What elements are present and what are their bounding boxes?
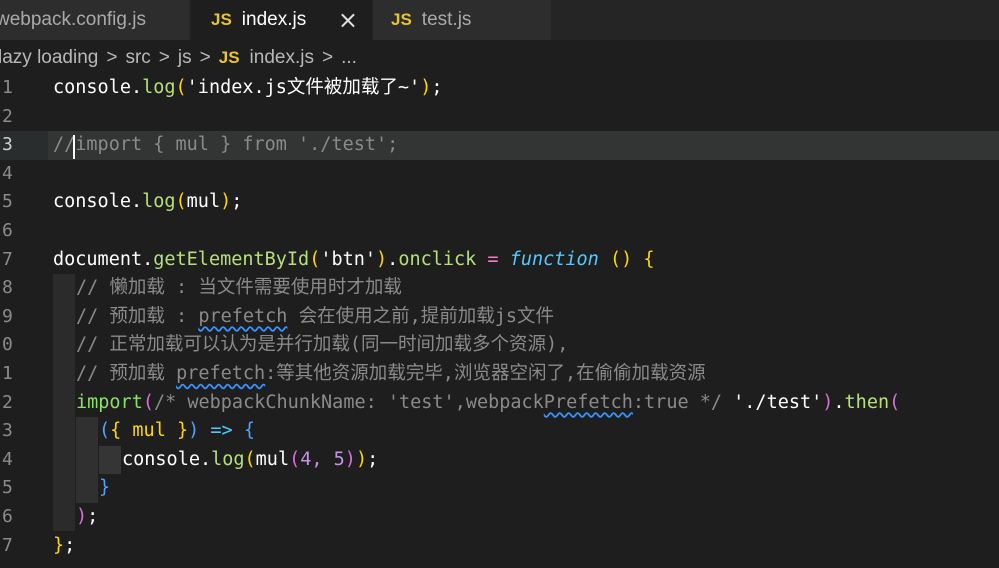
js-file-icon: JS xyxy=(218,48,240,67)
code-line: 6 xyxy=(0,217,999,246)
line-number: 4 xyxy=(2,448,13,470)
breadcrumb-file-index-js[interactable]: index.js xyxy=(250,47,314,69)
tab-label: index.js xyxy=(241,9,307,30)
code-line: 8 // 懒加载 : 当文件需要使用时才加载 xyxy=(0,274,999,303)
code-text: } xyxy=(99,477,111,499)
tab-webpack-config[interactable]: webpack.config.js xyxy=(0,0,190,40)
code-line: 2 import(/* webpackChunkName: 'test',web… xyxy=(0,389,999,418)
code-comment: // 懒加载 : 当文件需要使用时才加载 xyxy=(76,277,402,299)
line-number: 2 xyxy=(2,391,13,413)
line-number: 7 xyxy=(2,534,13,556)
breadcrumb-folder-lazy-loading[interactable]: lazy loading xyxy=(0,47,98,69)
spelling-squiggle: prefetch xyxy=(198,305,288,327)
code-line: 1 console.log('index.js文件被加载了~'); xyxy=(0,74,999,103)
breadcrumb-folder-src[interactable]: src xyxy=(125,47,150,69)
breadcrumb-symbols[interactable]: ... xyxy=(341,47,357,69)
line-number: 6 xyxy=(2,220,13,241)
line-number: 1 xyxy=(2,77,13,98)
code-line: 7 }; xyxy=(0,532,999,561)
code-line: 7 document.getElementById('btn').onclick… xyxy=(0,246,999,275)
code-text: console.log(mul(4, 5)); xyxy=(122,448,379,470)
line-number: 9 xyxy=(2,305,13,327)
js-file-icon: JS xyxy=(391,10,412,29)
line-number: 2 xyxy=(2,105,13,127)
text-cursor xyxy=(73,135,75,159)
code-text: console.log('index.js文件被加载了~'); xyxy=(53,77,443,98)
line-number: 5 xyxy=(2,477,13,499)
line-number: 4 xyxy=(2,162,13,184)
code-text: import(/* webpackChunkName: 'test',webpa… xyxy=(76,391,901,413)
line-number: 8 xyxy=(2,277,13,299)
tab-label: webpack.config.js xyxy=(0,9,146,30)
code-line-current: 3 //import { mul } from './test'; xyxy=(0,131,999,160)
line-number: 0 xyxy=(2,334,13,356)
code-text: console.log(mul); xyxy=(53,191,243,213)
breadcrumb: lazy loading > src > js > JS index.js > … xyxy=(0,40,999,76)
line-number: 6 xyxy=(2,506,13,527)
code-text: //import { mul } from './test'; xyxy=(53,134,399,156)
code-comment: // 预加载 prefetch:等其他资源加载完毕,浏览器空闲了,在偷偷加载资源 xyxy=(76,363,706,384)
line-number: 5 xyxy=(2,191,13,213)
chevron-right-icon: > xyxy=(158,47,170,68)
chevron-right-icon: > xyxy=(321,47,334,68)
spelling-squiggle: Prefetch xyxy=(543,391,633,413)
code-comment: // 正常加载可以认为是并行加载(同一时间加载多个资源), xyxy=(76,334,569,356)
line-number: 3 xyxy=(2,420,13,442)
code-line: 4 xyxy=(0,160,999,189)
code-line: 5 console.log(mul); xyxy=(0,188,999,217)
line-number: 7 xyxy=(2,248,13,270)
line-number: 3 xyxy=(2,134,13,156)
code-text: ({ mul }) => { xyxy=(99,420,255,442)
code-text: document.getElementById('btn').onclick =… xyxy=(53,248,655,270)
code-line: 9 // 预加载 : prefetch 会在使用之前,提前加载js文件 xyxy=(0,303,999,332)
code-line: 6 ); xyxy=(0,503,999,532)
tab-index-js[interactable]: JS index.js × xyxy=(191,0,372,40)
code-line: 1 // 预加载 prefetch:等其他资源加载完毕,浏览器空闲了,在偷偷加载… xyxy=(0,360,999,389)
code-text: ); xyxy=(76,506,99,527)
line-number: 1 xyxy=(2,363,13,384)
code-line: 5 } xyxy=(0,474,999,503)
code-line: 4 console.log(mul(4, 5)); xyxy=(0,446,999,475)
tab-label: test.js xyxy=(421,9,472,30)
code-editor[interactable]: 1 console.log('index.js文件被加载了~'); 2 3 //… xyxy=(0,74,999,568)
js-file-icon: JS xyxy=(211,10,232,29)
code-line: 3 ({ mul }) => { xyxy=(0,417,999,446)
tab-test-js[interactable]: JS test.js xyxy=(373,0,551,40)
chevron-right-icon: > xyxy=(199,47,211,68)
code-line: 0 // 正常加载可以认为是并行加载(同一时间加载多个资源), xyxy=(0,331,999,360)
code-text: }; xyxy=(53,534,76,556)
editor-tab-bar: webpack.config.js JS index.js × JS test.… xyxy=(0,0,999,40)
close-icon[interactable]: × xyxy=(338,6,358,34)
chevron-right-icon: > xyxy=(106,47,118,68)
spelling-squiggle: prefetch xyxy=(176,363,266,384)
breadcrumb-folder-js[interactable]: js xyxy=(178,47,192,69)
code-comment: // 预加载 : prefetch 会在使用之前,提前加载js文件 xyxy=(76,305,554,327)
code-line: 2 xyxy=(0,103,999,132)
